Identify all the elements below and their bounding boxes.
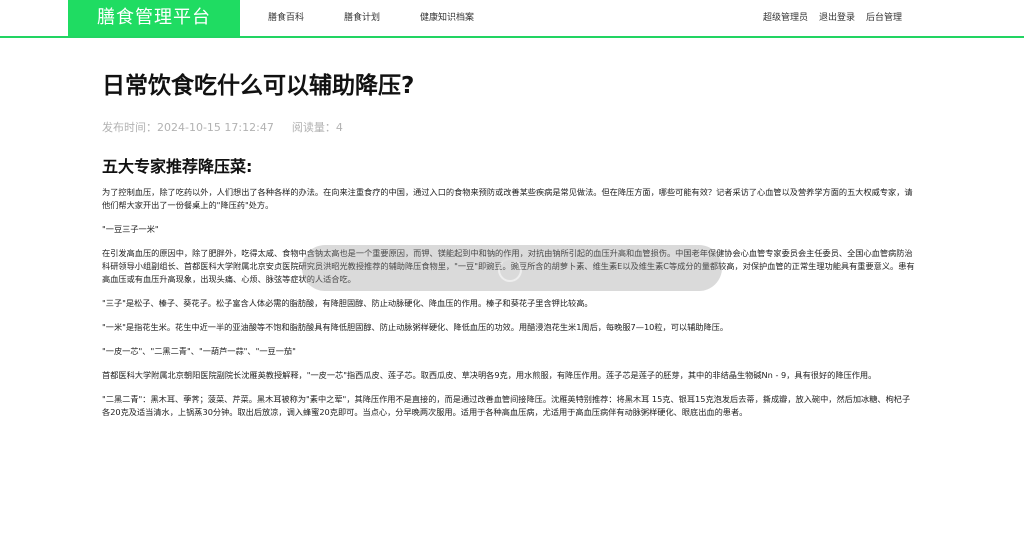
article-paragraph: "一豆三子一米": [102, 224, 159, 234]
publish-time-value: 2024-10-15 17:12:47: [157, 121, 274, 134]
logout-link[interactable]: 退出登录: [819, 0, 855, 36]
article-paragraph: "三子"是松子、榛子、葵花子。松子富含人体必需的脂肪酸，有降胆固醇、防止动脉硬化…: [102, 298, 593, 308]
user-nav: 超级管理员 退出登录 后台管理: [763, 0, 902, 36]
platform-logo[interactable]: 膳食管理平台: [68, 0, 240, 36]
article-paragraph: "一米"是指花生米。花生中近一半的亚油酸等不饱和脂肪酸具有降低胆固醇、防止动脉粥…: [102, 322, 729, 332]
view-count-value: 4: [335, 121, 343, 134]
article-title: 日常饮食吃什么可以辅助降压?: [102, 73, 415, 99]
loading-overlay: [302, 245, 722, 291]
view-count: 阅读量：4: [292, 119, 343, 135]
admin-link[interactable]: 后台管理: [866, 0, 902, 36]
section-heading: 五大专家推荐降压菜:: [102, 157, 253, 176]
article-meta: 发布时间：2024-10-15 17:12:47 阅读量：4: [102, 119, 918, 135]
publish-time: 发布时间：2024-10-15 17:12:47: [102, 119, 274, 135]
publish-time-label: 发布时间：: [102, 121, 157, 134]
user-name-link[interactable]: 超级管理员: [763, 0, 808, 36]
article-paragraph: "二黑二青"：黑木耳、荸荠；菠菜、芹菜。黑木耳被称为"素中之荤"，其降压作用不是…: [102, 394, 911, 417]
nav-item-diet-plan[interactable]: 膳食计划: [344, 0, 380, 36]
nav-item-health-knowledge[interactable]: 健康知识档案: [420, 0, 474, 36]
view-count-label: 阅读量：: [291, 121, 336, 134]
article-paragraph: 为了控制血压，除了吃药以外，人们想出了各种各样的办法。在向来注重食疗的中国，通过…: [102, 187, 913, 210]
article-paragraph: "一皮一芯"、"二黑二青"、"一葫芦一蒜"、"一豆一茄": [102, 346, 296, 356]
article-paragraph: 首都医科大学附属北京朝阳医院副院长沈雁英教授解释，"一皮一芯"指西瓜皮、莲子芯。…: [102, 370, 877, 380]
main-nav: 膳食百科 膳食计划 健康知识档案: [268, 0, 474, 36]
loading-spinner-icon: [498, 258, 522, 282]
article-body: 为了控制血压，除了吃药以外，人们想出了各种各样的办法。在向来注重食疗的中国，通过…: [102, 186, 918, 419]
nav-item-diet-encyclopedia[interactable]: 膳食百科: [268, 0, 304, 36]
top-navigation-bar: 膳食管理平台 膳食百科 膳食计划 健康知识档案 超级管理员 退出登录 后台管理: [0, 0, 1024, 38]
